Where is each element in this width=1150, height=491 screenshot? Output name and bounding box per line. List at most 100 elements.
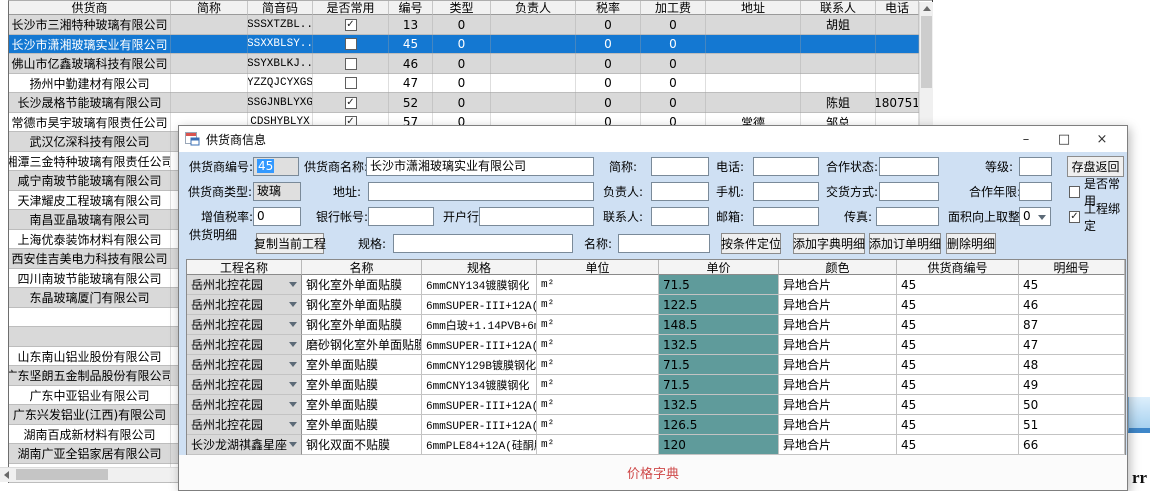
maximize-icon[interactable]: □ <box>1045 127 1083 151</box>
column-header[interactable]: 供货商 <box>9 1 171 15</box>
grid-row[interactable]: 岳州北控花园室外单面贴膜6mmSUPER-III+12A(硅...m²132.5… <box>187 395 1125 415</box>
grid-cell[interactable]: 66 <box>1019 435 1125 455</box>
column-header[interactable]: 是否常用 <box>313 1 389 15</box>
grid-cell[interactable]: 钢化室外单面贴膜 <box>302 315 422 335</box>
grid-cell[interactable]: 异地合片 <box>779 315 897 335</box>
grid-cell[interactable]: m² <box>537 415 659 435</box>
scrollbar-thumb[interactable] <box>921 16 932 88</box>
scrollbar-thumb[interactable] <box>16 469 108 480</box>
grid-column-header[interactable]: 单位 <box>537 260 659 275</box>
column-header[interactable]: 编号 <box>389 1 433 15</box>
grid-row[interactable]: 长沙龙湖祺鑫星座钢化双面不贴膜6mmPLE84+12A(硅酮胶...m²120异… <box>187 435 1125 455</box>
round-up-dropdown[interactable]: 0 <box>1019 207 1051 226</box>
grid-cell[interactable]: 室外单面贴膜 <box>302 355 422 375</box>
grid-cell[interactable]: m² <box>537 355 659 375</box>
checkbox-checked-icon[interactable]: ✓ <box>345 97 357 109</box>
grid-cell[interactable]: m² <box>537 435 659 455</box>
column-header[interactable]: 地址 <box>706 1 801 15</box>
grid-cell[interactable]: m² <box>537 335 659 355</box>
grid-cell[interactable]: 46 <box>1019 295 1125 315</box>
project-name-combo[interactable]: 岳州北控花园 <box>187 375 302 395</box>
copy-current-project-button[interactable]: 复制当前工程 <box>256 233 324 254</box>
grid-cell[interactable]: 磨砂钢化室外单面贴膜 <box>302 335 422 355</box>
spec-filter-input[interactable] <box>393 234 573 253</box>
table-row[interactable]: 四川南玻节能玻璃有限公司 <box>9 269 179 289</box>
checkbox-icon[interactable] <box>345 58 357 70</box>
manager-field[interactable] <box>651 182 709 201</box>
vertical-scrollbar[interactable] <box>919 2 933 127</box>
grid-column-header[interactable]: 名称 <box>302 260 422 275</box>
grid-cell[interactable]: m² <box>537 275 659 295</box>
grade-field[interactable] <box>1019 157 1052 176</box>
email-field[interactable] <box>753 207 819 226</box>
grid-cell[interactable]: 异地合片 <box>779 355 897 375</box>
checkbox-icon[interactable] <box>345 77 357 89</box>
unit-price-cell[interactable]: 132.5 <box>659 335 779 355</box>
grid-row[interactable]: 岳州北控花园室外单面贴膜6mmCNY134镀膜钢化m²71.5异地合片4549 <box>187 375 1125 395</box>
table-row[interactable]: 长沙市三湘特种玻璃有限公司CSSSXTZBL...✓13000胡姐 <box>9 15 919 35</box>
chevron-down-icon[interactable] <box>289 382 297 387</box>
coop-status-field[interactable] <box>879 157 939 176</box>
scroll-left-icon[interactable] <box>4 471 9 479</box>
grid-cell[interactable]: 异地合片 <box>779 415 897 435</box>
grid-cell[interactable]: 异地合片 <box>779 375 897 395</box>
column-header[interactable]: 负责人 <box>491 1 576 15</box>
grid-column-header[interactable]: 供货商编号 <box>897 260 1019 275</box>
horizontal-scrollbar[interactable] <box>0 467 178 482</box>
grid-column-header[interactable]: 明细号 <box>1019 260 1125 275</box>
supplier-id-field[interactable]: 45 <box>253 157 299 176</box>
table-row[interactable]: 西安佳吉美电力科技有限公司 <box>9 249 179 269</box>
table-row[interactable] <box>9 308 179 328</box>
grid-cell[interactable]: 87 <box>1019 315 1125 335</box>
unit-price-cell[interactable]: 71.5 <box>659 355 779 375</box>
unit-price-cell[interactable]: 122.5 <box>659 295 779 315</box>
chevron-down-icon[interactable] <box>1038 215 1046 220</box>
project-name-combo[interactable]: 岳州北控花园 <box>187 395 302 415</box>
project-name-combo[interactable]: 长沙龙湖祺鑫星座 <box>187 435 302 455</box>
grid-cell[interactable]: 45 <box>897 335 1019 355</box>
locate-by-condition-button[interactable]: 按条件定位 <box>721 233 781 254</box>
dialog-title-bar[interactable]: 供货商信息 – □ × <box>179 126 1127 152</box>
chevron-down-icon[interactable] <box>289 442 297 447</box>
grid-column-header[interactable]: 颜色 <box>779 260 897 275</box>
grid-cell[interactable]: 6mmSUPER-III+12A(硅... <box>422 335 537 355</box>
table-row[interactable]: 咸宁南玻节能玻璃有限公司 <box>9 171 179 191</box>
grid-cell[interactable]: 45 <box>897 315 1019 335</box>
checkbox-icon[interactable] <box>345 38 357 50</box>
grid-cell[interactable]: 45 <box>897 415 1019 435</box>
grid-cell[interactable]: 室外单面贴膜 <box>302 415 422 435</box>
bank-field[interactable] <box>479 207 594 226</box>
vat-rate-field[interactable]: 0 <box>253 207 301 226</box>
table-row[interactable]: 长沙晟格节能玻璃有限公司CSSGJNBLYXGS✓52000陈姐180751 <box>9 93 919 113</box>
column-header[interactable]: 联系人 <box>801 1 876 15</box>
commonly-used-checkbox[interactable]: 是否常用 <box>1069 182 1127 202</box>
address-field[interactable] <box>368 182 594 201</box>
add-order-detail-button[interactable]: 添加订单明细 <box>869 233 941 254</box>
table-row[interactable]: 广东坚朗五金制品股份有限公司 <box>9 366 179 386</box>
project-name-combo[interactable]: 岳州北控花园 <box>187 355 302 375</box>
column-header[interactable]: 简音码 <box>248 1 313 15</box>
table-row[interactable]: 扬州中勤建材有限公司YZZQJCYXGS47000 <box>9 74 919 94</box>
column-header[interactable]: 类型 <box>433 1 491 15</box>
grid-cell[interactable]: 6mmSUPER-III+12A(硅... <box>422 415 537 435</box>
unit-price-cell[interactable]: 126.5 <box>659 415 779 435</box>
unit-price-cell[interactable]: 71.5 <box>659 275 779 295</box>
grid-cell[interactable]: 47 <box>1019 335 1125 355</box>
project-name-combo[interactable]: 岳州北控花园 <box>187 335 302 355</box>
grid-cell[interactable]: 异地合片 <box>779 335 897 355</box>
grid-row[interactable]: 岳州北控花园室外单面贴膜6mmCNY129B镀膜钢化m²71.5异地合片4548 <box>187 355 1125 375</box>
grid-cell[interactable]: 异地合片 <box>779 295 897 315</box>
table-row[interactable] <box>9 327 179 347</box>
grid-cell[interactable]: 6mmCNY129B镀膜钢化 <box>422 355 537 375</box>
table-row[interactable]: 湖南百成新材料有限公司 <box>9 425 179 445</box>
grid-cell[interactable]: 6mmCNY134镀膜钢化 <box>422 375 537 395</box>
checkbox-checked-icon[interactable]: ✓ <box>345 19 357 31</box>
grid-cell[interactable]: 6mmSUPER-III+12A(硅... <box>422 295 537 315</box>
grid-cell[interactable]: 45 <box>897 275 1019 295</box>
table-row[interactable]: 湘潭三金特种玻璃有限责任公司 <box>9 152 179 172</box>
chevron-down-icon[interactable] <box>289 402 297 407</box>
grid-cell[interactable]: m² <box>537 295 659 315</box>
grid-cell[interactable]: 49 <box>1019 375 1125 395</box>
scroll-up-icon[interactable] <box>923 6 931 11</box>
grid-cell[interactable]: 异地合片 <box>779 275 897 295</box>
